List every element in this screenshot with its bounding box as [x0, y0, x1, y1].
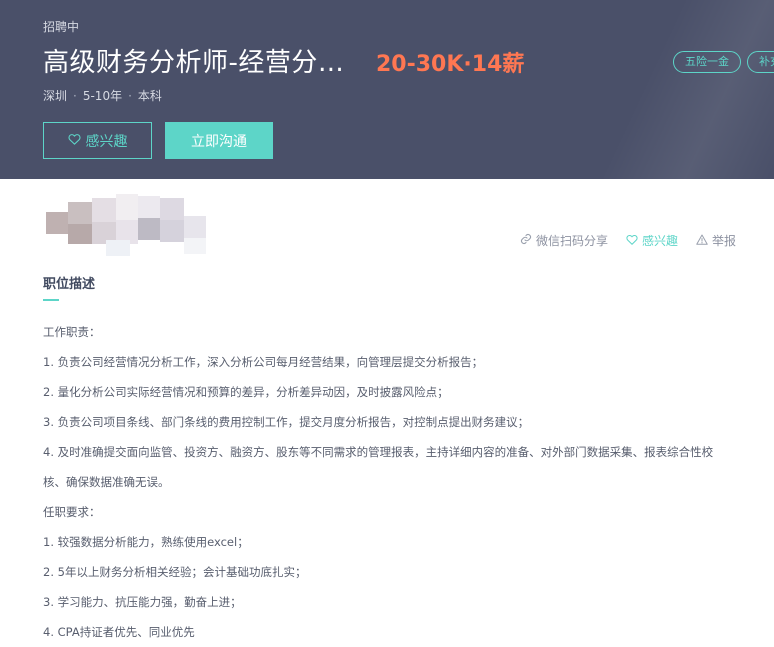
- heart-icon: [67, 133, 81, 149]
- report-label: 举报: [712, 234, 737, 248]
- section-title: 职位描述: [43, 277, 96, 292]
- description-line: 3. 学习能力、抗压能力强，勤奋上进；: [43, 595, 242, 609]
- interest-button[interactable]: 感兴趣: [43, 122, 152, 159]
- meta-separator: ·: [73, 88, 77, 103]
- job-experience: 5-10年: [82, 89, 123, 103]
- chat-now-button[interactable]: 立即沟通: [165, 122, 273, 159]
- description-line: 核、确保数据准确无误。: [43, 475, 170, 489]
- description-line: 工作职责：: [43, 325, 101, 339]
- report-link[interactable]: 举报: [696, 232, 736, 249]
- share-label: 微信扫码分享: [536, 234, 609, 248]
- share-link[interactable]: 微信扫码分享: [520, 232, 608, 249]
- job-meta: 深圳 · 5-10年 · 本科: [43, 87, 162, 104]
- description-line: 1. 较强数据分析能力，熟练使用excel；: [43, 535, 249, 549]
- job-description: 工作职责： 1. 负责公司经营情况分析工作，深入分析公司每月经营结果，向管理层提…: [43, 317, 743, 647]
- interest-link[interactable]: 感兴趣: [626, 232, 678, 249]
- link-icon: [520, 233, 532, 248]
- job-city: 深圳: [43, 89, 68, 103]
- description-line: 3. 负责公司项目条线、部门条线的费用控制工作，提交月度分析报告，对控制点提出财…: [43, 415, 530, 429]
- job-education: 本科: [137, 89, 162, 103]
- job-actions: 微信扫码分享 感兴趣 举报: [520, 232, 736, 249]
- company-logo: [46, 190, 206, 256]
- heart-icon: [626, 234, 638, 248]
- description-line: 任职要求：: [43, 505, 101, 519]
- salary: 20-30K·14薪: [376, 52, 525, 77]
- description-line: 1. 负责公司经营情况分析工作，深入分析公司每月经营结果，向管理层提交分析报告；: [43, 355, 484, 369]
- meta-separator: ·: [128, 88, 132, 103]
- interest-button-label: 感兴趣: [85, 133, 128, 150]
- benefit-tag: 补充: [747, 51, 774, 73]
- section-title-underline: [43, 299, 59, 301]
- chat-now-button-label: 立即沟通: [191, 133, 247, 150]
- benefit-tag: 五险一金: [673, 51, 741, 73]
- job-status: 招聘中: [43, 20, 80, 34]
- benefit-tags: 五险一金 补充: [673, 51, 774, 73]
- banner-decoration: [474, 0, 774, 179]
- job-header-banner: 招聘中 高级财务分析师-经营分… 20-30K·14薪 深圳 · 5-10年 ·…: [0, 0, 774, 179]
- interest-link-label: 感兴趣: [642, 234, 679, 248]
- warning-icon: [696, 234, 708, 248]
- description-line: 4. CPA持证者优先、同业优先: [43, 625, 195, 639]
- description-line: 4. 及时准确提交面向监管、投资方、融资方、股东等不同需求的管理报表，主持详细内…: [43, 445, 714, 459]
- description-line: 2. 量化分析公司实际经营情况和预算的差异，分析差异动因，及时披露风险点；: [43, 385, 449, 399]
- description-line: 2. 5年以上财务分析相关经验；会计基础功底扎实；: [43, 565, 307, 579]
- job-title: 高级财务分析师-经营分…: [43, 48, 345, 78]
